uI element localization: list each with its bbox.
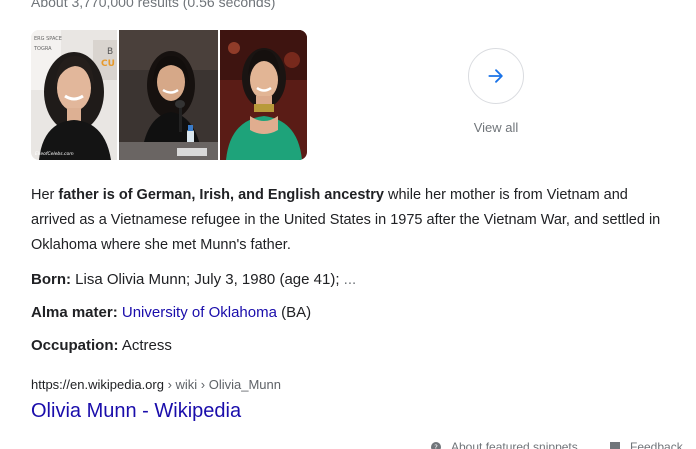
search-results-page: About 3,770,000 results (0.56 seconds) E… xyxy=(0,0,696,449)
result-title-link[interactable]: Olivia Munn - Wikipedia xyxy=(31,400,241,423)
about-featured-snippets-link[interactable]: ? About featured snippets xyxy=(430,440,578,449)
image-thumbnail-1[interactable]: ERG SPACE TOGRA B CU ElleofCelebs.com xyxy=(31,30,117,160)
view-all-button[interactable]: View all xyxy=(466,48,526,135)
svg-text:?: ? xyxy=(434,444,438,449)
cite-url: https://en.wikipedia.org xyxy=(31,377,164,392)
fact-born-more[interactable]: ... xyxy=(344,271,357,288)
feedback-flag-icon xyxy=(610,442,620,449)
fact-born-label: Born: xyxy=(31,271,71,288)
help-circle-icon: ? xyxy=(431,442,441,449)
portrait-image-2 xyxy=(119,30,218,160)
portrait-image-1: ERG SPACE TOGRA B CU ElleofCelebs.com xyxy=(31,30,117,160)
university-link[interactable]: University of Oklahoma xyxy=(122,304,277,321)
image-strip: ERG SPACE TOGRA B CU ElleofCelebs.com xyxy=(31,30,307,160)
svg-text:B: B xyxy=(107,47,113,57)
fact-alma-mater-degree: (BA) xyxy=(281,304,312,321)
portrait-image-3 xyxy=(220,30,307,160)
view-all-label: View all xyxy=(473,120,519,135)
snippet-bold-text: father is of German, Irish, and English … xyxy=(58,187,384,203)
image-thumbnail-3[interactable] xyxy=(220,30,307,160)
fact-alma-mater-label: Alma mater: xyxy=(31,304,118,321)
svg-text:TOGRA: TOGRA xyxy=(33,46,52,52)
result-stats: About 3,770,000 results (0.56 seconds) xyxy=(31,0,276,10)
about-featured-snippets-label: About featured snippets xyxy=(451,440,578,449)
snippet-text-before: Her xyxy=(31,187,59,203)
fact-occupation: Occupation: Actress xyxy=(31,337,172,354)
featured-snippet-text: Her father is of German, Irish, and Engl… xyxy=(31,183,671,258)
svg-text:ElleofCelebs.com: ElleofCelebs.com xyxy=(35,151,74,157)
fact-alma-mater: Alma mater: University of Oklahoma (BA) xyxy=(31,304,311,321)
svg-text:CU: CU xyxy=(101,59,115,69)
result-cite[interactable]: https://en.wikipedia.org › wiki › Olivia… xyxy=(31,377,281,392)
feedback-label: Feedback xyxy=(630,440,683,449)
fact-occupation-label: Occupation: xyxy=(31,337,119,354)
arrow-right-icon xyxy=(488,69,503,83)
feedback-link[interactable]: Feedback xyxy=(609,440,683,449)
image-thumbnail-2[interactable] xyxy=(119,30,218,160)
fact-occupation-value: Actress xyxy=(121,337,172,354)
fact-born: Born: Lisa Olivia Munn; July 3, 1980 (ag… xyxy=(31,271,356,288)
view-all-circle xyxy=(468,48,524,104)
cite-breadcrumb: › wiki › Olivia_Munn xyxy=(163,377,281,392)
fact-born-value: Lisa Olivia Munn; July 3, 1980 (age 41); xyxy=(75,271,340,288)
snippet-footer: ? About featured snippets Feedback xyxy=(0,440,696,449)
svg-text:ERG SPACE: ERG SPACE xyxy=(34,36,62,42)
